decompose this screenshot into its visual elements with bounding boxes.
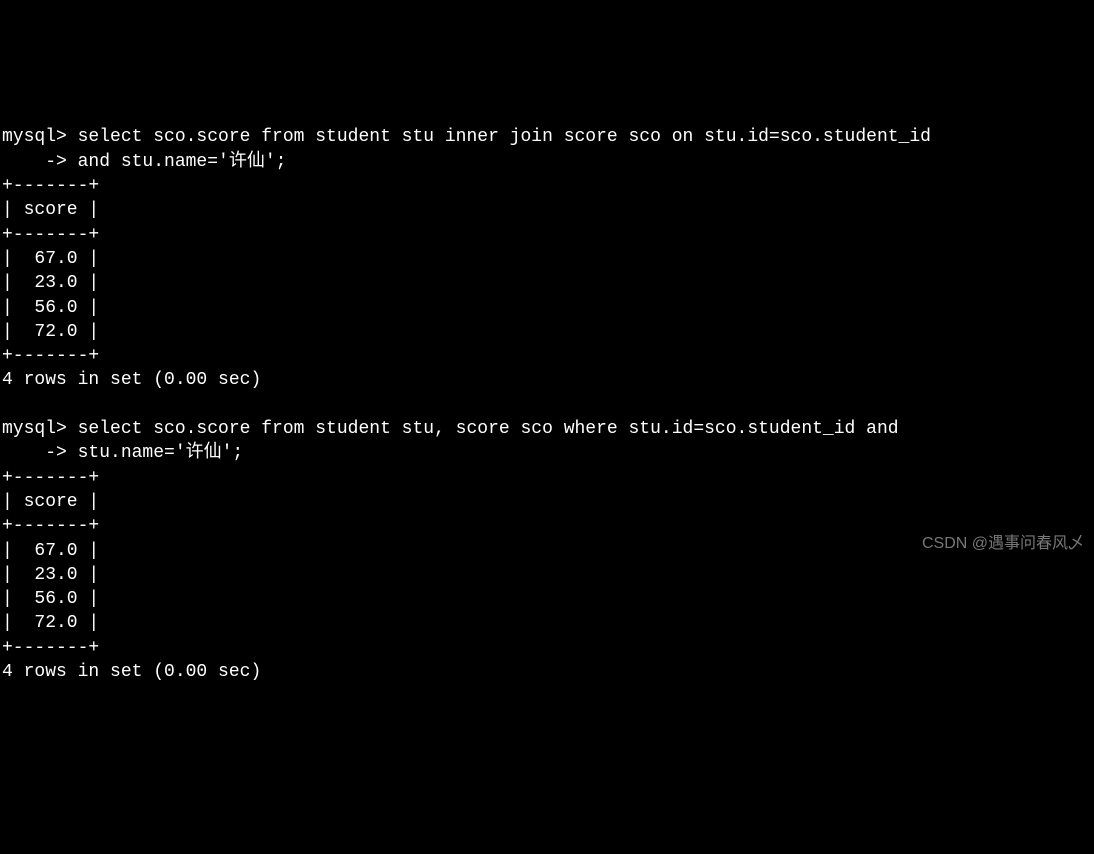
table-row: | 72.0 | [2,322,99,342]
query2-text1: select sco.score from student stu, score… [67,419,899,439]
query1-line1: mysql> select sco.score from student stu… [2,127,931,147]
table-border-mid: +-------+ [2,516,99,536]
query2-line2: -> stu.name='许仙'; [2,443,243,463]
table-row: | 56.0 | [2,589,99,609]
table-border-mid: +-------+ [2,225,99,245]
query1-line2: -> and stu.name='许仙'; [2,152,286,172]
table-border-top: +-------+ [2,468,99,488]
continuation-prompt: -> [2,443,67,463]
table-border-bottom: +-------+ [2,638,99,658]
table-row: | 23.0 | [2,565,99,585]
watermark-text: CSDN @遇事问春风乄 [922,533,1084,555]
terminal-output: mysql> select sco.score from student stu… [2,101,1092,684]
result-status: 4 rows in set (0.00 sec) [2,370,261,390]
query2-line1: mysql> select sco.score from student stu… [2,419,899,439]
mysql-prompt: mysql> [2,419,67,439]
continuation-prompt: -> [2,152,67,172]
query2-text2: stu.name='许仙'; [67,443,243,463]
query1-text2: and stu.name='许仙'; [67,152,287,172]
result-status: 4 rows in set (0.00 sec) [2,662,261,682]
table-border-top: +-------+ [2,176,99,196]
table-header: | score | [2,492,99,512]
table-header: | score | [2,200,99,220]
table-row: | 72.0 | [2,613,99,633]
table-row: | 23.0 | [2,273,99,293]
table-row: | 56.0 | [2,298,99,318]
query1-text1: select sco.score from student stu inner … [67,127,931,147]
table-border-bottom: +-------+ [2,346,99,366]
mysql-prompt: mysql> [2,127,67,147]
table-row: | 67.0 | [2,541,99,561]
table-row: | 67.0 | [2,249,99,269]
